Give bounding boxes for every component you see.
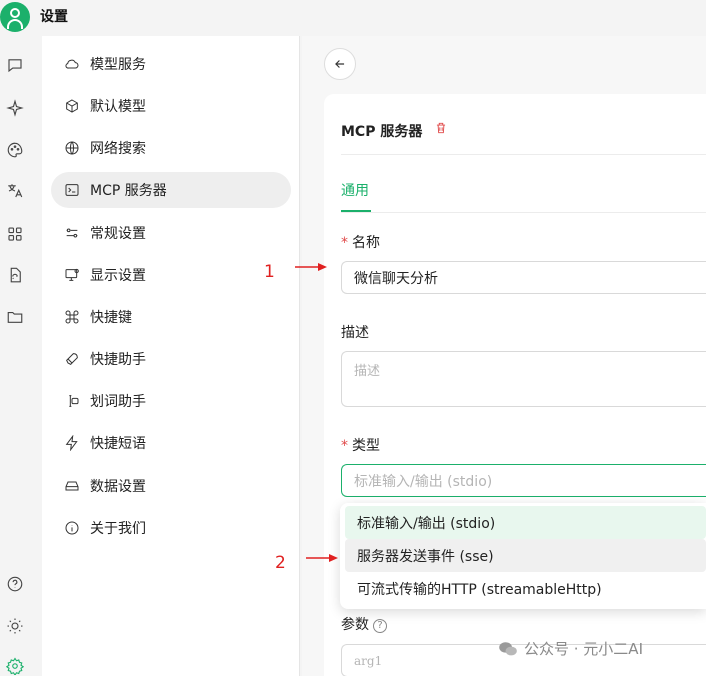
watermark: 公众号 · 元小二AI	[498, 638, 643, 659]
menu-item-label: 快捷短语	[90, 436, 146, 452]
type-select[interactable]: 标准输入/输出 (stdio)	[341, 464, 706, 497]
settings-icon[interactable]	[4, 655, 26, 676]
drive-icon	[63, 477, 81, 495]
menu-item-display-settings[interactable]: 显示设置	[51, 257, 291, 293]
menu-item-data-settings[interactable]: 数据设置	[51, 468, 291, 504]
app-title: 设置	[40, 9, 68, 25]
name-label: * 名称	[341, 232, 380, 252]
menu-item-label: 显示设置	[90, 268, 146, 284]
terminal-icon	[63, 181, 81, 199]
palette-icon[interactable]	[4, 139, 26, 161]
divider	[341, 154, 706, 155]
name-label-text: 名称	[352, 235, 380, 251]
menu-item-label: 网络搜索	[90, 141, 146, 157]
menu-item-general-settings[interactable]: 常规设置	[51, 215, 291, 251]
menu-item-label: 数据设置	[90, 479, 146, 495]
text-cursor-icon	[63, 392, 81, 410]
menu-item-label: MCP 服务器	[90, 183, 167, 199]
annotation-arrow-1	[295, 263, 327, 271]
icon-rail	[0, 34, 40, 676]
menu-item-label: 常规设置	[90, 226, 146, 242]
settings-menu: 模型服务 默认模型 网络搜索 MCP 服务器 常规设置 显示设置 快捷键 快捷助…	[42, 36, 300, 676]
chat-icon[interactable]	[4, 54, 26, 76]
sliders-icon	[63, 224, 81, 242]
sparkle-icon[interactable]	[4, 97, 26, 119]
back-button[interactable]	[324, 48, 356, 80]
wechat-icon	[499, 641, 517, 655]
rocket-icon	[63, 350, 81, 368]
zap-icon	[63, 434, 81, 452]
menu-item-label: 模型服务	[90, 57, 146, 73]
watermark-text: 公众号 · 元小二AI	[524, 640, 643, 658]
annotation-number-2: 2	[275, 553, 286, 573]
menu-item-model-service[interactable]: 模型服务	[51, 46, 291, 82]
type-option-streamable-http[interactable]: 可流式传输的HTTP (streamableHttp)	[345, 572, 706, 605]
type-label-text: 类型	[352, 438, 380, 454]
menu-item-mcp-servers[interactable]: MCP 服务器	[51, 172, 291, 208]
theme-icon[interactable]	[4, 615, 26, 637]
menu-item-selection-assistant[interactable]: 划词助手	[51, 383, 291, 419]
translate-icon[interactable]	[4, 180, 26, 202]
menu-item-label: 默认模型	[90, 99, 146, 115]
top-bar: 设置	[0, 0, 706, 34]
help-circle-icon[interactable]: ?	[373, 619, 387, 633]
description-textarea[interactable]: 描述	[341, 351, 706, 407]
user-avatar[interactable]	[0, 2, 30, 32]
annotation-number-1: 1	[264, 262, 275, 282]
description-label: 描述	[341, 325, 369, 341]
cube-icon	[63, 97, 81, 115]
monitor-icon	[63, 266, 81, 284]
type-option-stdio[interactable]: 标准输入/输出 (stdio)	[345, 506, 706, 539]
required-mark: *	[341, 235, 348, 251]
menu-item-quick-phrases[interactable]: 快捷短语	[51, 425, 291, 461]
menu-item-label: 划词助手	[90, 394, 146, 410]
type-option-sse[interactable]: 服务器发送事件 (sse)	[345, 539, 706, 572]
apps-grid-icon[interactable]	[4, 223, 26, 245]
menu-item-quick-assistant[interactable]: 快捷助手	[51, 341, 291, 377]
menu-item-default-model[interactable]: 默认模型	[51, 88, 291, 124]
divider	[341, 212, 706, 213]
server-title: MCP 服务器	[341, 124, 423, 140]
globe-icon	[63, 139, 81, 157]
menu-item-label: 关于我们	[90, 521, 146, 537]
cloud-icon	[63, 55, 81, 73]
type-label: * 类型	[341, 435, 380, 455]
annotation-arrow-2	[306, 554, 338, 562]
required-mark: *	[341, 438, 348, 454]
tab-general[interactable]: 通用	[341, 180, 369, 200]
trash-icon[interactable]	[434, 120, 450, 136]
menu-item-about[interactable]: 关于我们	[51, 510, 291, 546]
menu-item-label: 快捷键	[90, 310, 132, 326]
menu-item-label: 快捷助手	[90, 352, 146, 368]
folder-icon[interactable]	[4, 306, 26, 328]
info-icon	[63, 519, 81, 537]
command-icon	[63, 308, 81, 326]
params-label: 参数?	[341, 614, 387, 634]
params-label-text: 参数	[341, 617, 369, 633]
menu-item-shortcuts[interactable]: 快捷键	[51, 299, 291, 335]
arrow-left-icon	[335, 60, 345, 68]
type-dropdown: 标准输入/输出 (stdio) 服务器发送事件 (sse) 可流式传输的HTTP…	[340, 503, 706, 609]
menu-item-web-search[interactable]: 网络搜索	[51, 130, 291, 166]
doc-sync-icon[interactable]	[4, 264, 26, 286]
name-input[interactable]: 微信聊天分析	[341, 261, 706, 294]
help-icon[interactable]	[4, 573, 26, 595]
